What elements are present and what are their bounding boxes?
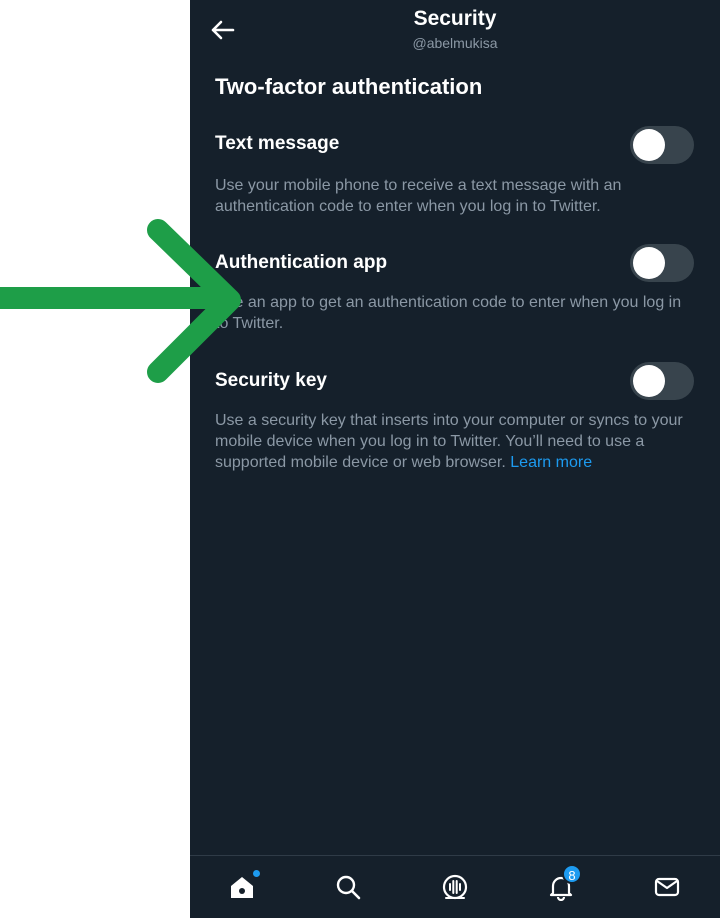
unread-dot [253, 870, 260, 877]
nav-search[interactable] [331, 870, 365, 904]
toggle-knob [633, 129, 665, 161]
section-title: Two-factor authentication [215, 74, 483, 99]
search-icon [336, 875, 361, 900]
text-message-description: Use your mobile phone to receive a text … [215, 177, 622, 215]
security-key-option: Security key Use a security key that ins… [215, 370, 695, 480]
authentication-app-option: Authentication app Use an app to get an … [215, 252, 695, 342]
notification-badge: 8 [562, 864, 582, 884]
toggle-knob [633, 365, 665, 397]
security-key-description: Use a security key that inserts into you… [215, 410, 695, 473]
security-key-description-text: Use a security key that inserts into you… [215, 412, 683, 471]
security-screen: Security @abelmukisa Two-factor authenti… [190, 0, 720, 918]
home-icon [231, 877, 253, 898]
authentication-app-toggle[interactable] [630, 244, 694, 282]
toggle-knob [633, 247, 665, 279]
text-message-label: Text message [215, 133, 340, 154]
annotation-arrow-icon [0, 219, 241, 383]
page-title: Security [413, 7, 497, 30]
bottom-navigation: 8 [190, 855, 720, 918]
authentication-app-description: Use an app to get an authentication code… [215, 294, 682, 332]
left-blank-area [0, 0, 190, 918]
text-message-toggle[interactable] [630, 126, 694, 164]
security-key-toggle[interactable] [630, 362, 694, 400]
nav-home[interactable] [225, 870, 260, 904]
top-bar: Security @abelmukisa [190, 0, 720, 60]
nav-messages[interactable] [650, 870, 684, 904]
learn-more-link[interactable]: Learn more [510, 454, 592, 471]
account-handle: @abelmukisa [412, 35, 498, 51]
nav-notifications[interactable]: 8 [544, 864, 582, 904]
envelope-icon [654, 877, 680, 897]
nav-spaces[interactable] [438, 870, 472, 904]
text-message-option: Text message Use your mobile phone to re… [215, 133, 695, 223]
spaces-icon [442, 874, 468, 900]
